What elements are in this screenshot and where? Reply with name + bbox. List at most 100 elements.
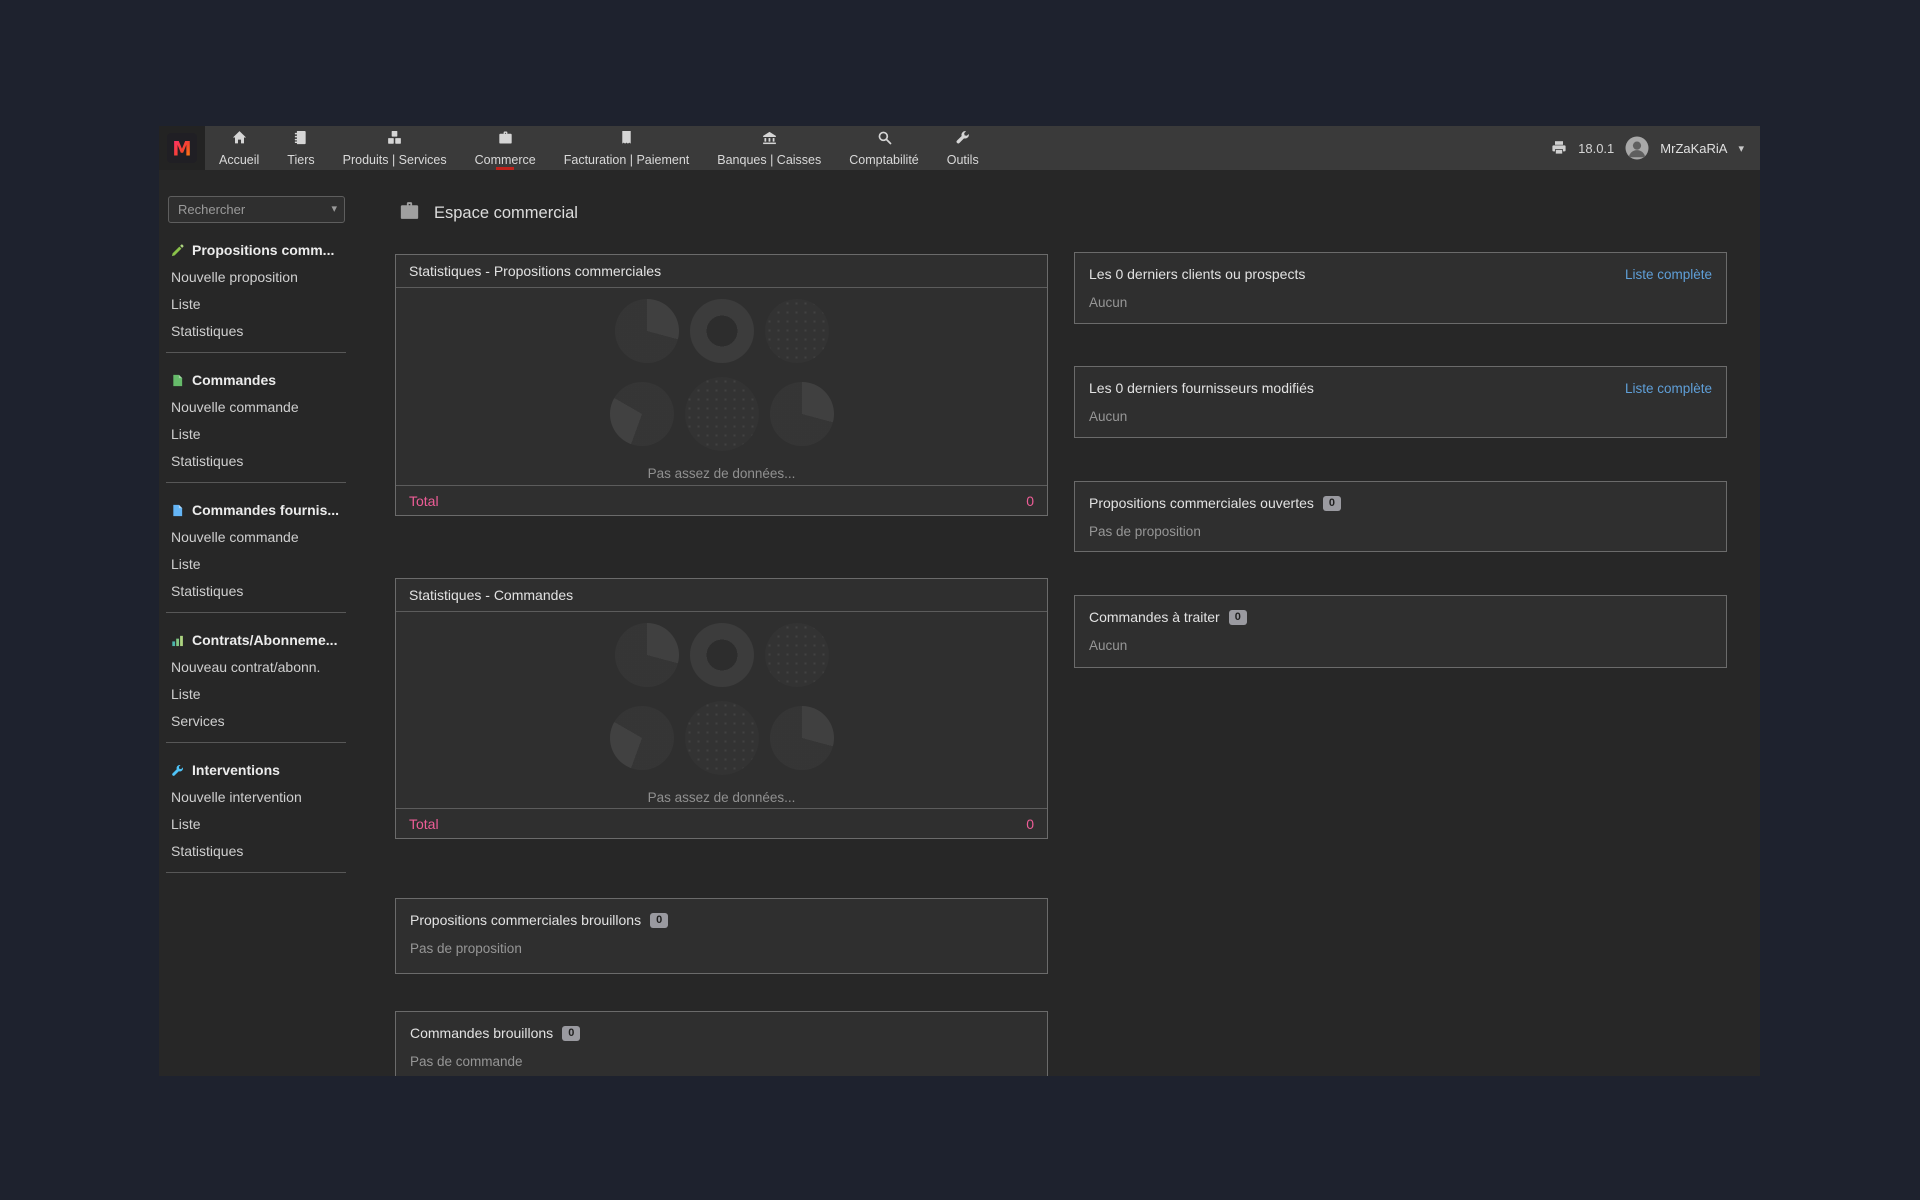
sidebar-heading-commandes-fournisseurs[interactable]: Commandes fournis... <box>171 502 346 518</box>
magnifier-icon <box>877 130 892 150</box>
version-label: 18.0.1 <box>1578 141 1614 156</box>
svg-text:M: M <box>172 138 191 161</box>
card-title: Statistiques - Propositions commerciales <box>409 263 661 279</box>
left-column: Statistiques - Propositions commerciales… <box>395 254 1048 1076</box>
chart-placeholder-circle <box>685 701 759 775</box>
nav-item-outils[interactable]: Outils <box>933 126 993 170</box>
sidebar-heading-label: Interventions <box>192 762 280 778</box>
app-logo[interactable]: M <box>159 126 205 170</box>
sidebar-item-liste-interventions[interactable]: Liste <box>171 816 346 832</box>
nav-item-comptabilite[interactable]: Comptabilité <box>835 126 932 170</box>
chart-placeholder-circle <box>615 299 679 363</box>
total-label: Total <box>409 816 439 832</box>
search-input[interactable] <box>168 196 345 223</box>
card-total-row: Total 0 <box>396 808 1047 838</box>
nav-item-label: Banques | Caisses <box>717 153 821 167</box>
sidebar-heading-commandes[interactable]: Commandes <box>171 372 346 388</box>
chart-placeholder-row <box>615 623 829 687</box>
chart-placeholder-circle <box>770 706 834 770</box>
sidebar-heading-label: Commandes <box>192 372 276 388</box>
nav-item-facturation[interactable]: Facturation | Paiement <box>550 126 704 170</box>
sidebar-item-nouveau-contrat[interactable]: Nouveau contrat/abonn. <box>171 659 346 675</box>
intervention-wrench-icon <box>171 764 184 777</box>
invoice-icon <box>619 130 634 150</box>
total-value: 0 <box>1026 493 1034 509</box>
card-header: Propositions commerciales ouvertes 0 <box>1075 482 1726 511</box>
sidebar-item-liste-commandes-fournisseurs[interactable]: Liste <box>171 556 346 572</box>
liste-complete-link[interactable]: Liste complète <box>1625 267 1712 282</box>
sidebar-item-services[interactable]: Services <box>171 713 346 729</box>
card-header: Propositions commerciales brouillons 0 <box>396 899 1047 928</box>
nav-item-produits-services[interactable]: Produits | Services <box>329 126 461 170</box>
right-column: Les 0 derniers clients ou prospects List… <box>1074 252 1727 668</box>
chart-placeholder-circle <box>685 377 759 451</box>
card-body-text: Pas de proposition <box>396 928 1047 970</box>
sidebar-item-nouvelle-intervention[interactable]: Nouvelle intervention <box>171 789 346 805</box>
sidebar-item-statistiques-propositions[interactable]: Statistiques <box>171 323 346 339</box>
chevron-down-icon[interactable]: ▾ <box>331 202 337 215</box>
user-icon <box>1625 136 1649 160</box>
sidebar-heading-propositions[interactable]: Propositions comm... <box>171 242 346 258</box>
nav-item-accueil[interactable]: Accueil <box>205 126 273 170</box>
sidebar-heading-contrats[interactable]: Contrats/Abonneme... <box>171 632 346 648</box>
card-title: Statistiques - Commandes <box>409 587 573 603</box>
card-body-text: Pas de commande <box>396 1041 1047 1076</box>
card-propositions-brouillons: Propositions commerciales brouillons 0 P… <box>395 898 1048 974</box>
nav-item-tiers[interactable]: Tiers <box>273 126 328 170</box>
sidebar-item-nouvelle-commande[interactable]: Nouvelle commande <box>171 399 346 415</box>
page-title-label: Espace commercial <box>434 204 578 223</box>
avatar[interactable] <box>1625 136 1649 160</box>
chart-placeholder-circle <box>690 623 754 687</box>
card-header: Statistiques - Commandes <box>396 579 1047 612</box>
sidebar-heading-interventions[interactable]: Interventions <box>171 762 346 778</box>
card-total-row: Total 0 <box>396 485 1047 515</box>
app-window: M Accueil Tiers Produits | Services <box>159 126 1760 1076</box>
sidebar-item-statistiques-commandes-fournisseurs[interactable]: Statistiques <box>171 583 346 599</box>
printer-icon[interactable] <box>1551 140 1567 156</box>
card-header: Les 0 derniers fournisseurs modifiés Lis… <box>1075 367 1726 396</box>
card-header: Les 0 derniers clients ou prospects List… <box>1075 253 1726 282</box>
card-body-text: Pas de proposition <box>1075 511 1726 553</box>
sidebar-item-nouvelle-commande-fournisseur[interactable]: Nouvelle commande <box>171 529 346 545</box>
sidebar-item-statistiques-commandes[interactable]: Statistiques <box>171 453 346 469</box>
sidebar-section-propositions: Propositions comm... Nouvelle propositio… <box>166 223 346 353</box>
nav-item-label: Facturation | Paiement <box>564 153 690 167</box>
liste-complete-link[interactable]: Liste complète <box>1625 381 1712 396</box>
main-content: Espace commercial Statistiques - Proposi… <box>357 170 1760 1076</box>
no-data-text: Pas assez de données... <box>648 466 796 481</box>
home-icon <box>232 130 247 150</box>
cubes-icon <box>387 130 402 150</box>
sidebar-item-liste-contrats[interactable]: Liste <box>171 686 346 702</box>
nav-item-label: Produits | Services <box>343 153 447 167</box>
sidebar-heading-label: Propositions comm... <box>192 242 334 258</box>
order-file-icon <box>171 374 184 387</box>
sidebar-item-liste-propositions[interactable]: Liste <box>171 296 346 312</box>
count-badge: 0 <box>1229 610 1247 625</box>
sidebar-item-liste-commandes[interactable]: Liste <box>171 426 346 442</box>
topbar: M Accueil Tiers Produits | Services <box>159 126 1760 170</box>
chart-placeholder-circle <box>610 382 674 446</box>
sidebar: ▾ Propositions comm... Nouvelle proposit… <box>159 170 357 1076</box>
nav-item-label: Comptabilité <box>849 153 918 167</box>
sidebar-section-interventions: Interventions Nouvelle intervention List… <box>166 743 346 873</box>
chart-placeholder: Pas assez de données... <box>396 288 1047 485</box>
nav-item-banques[interactable]: Banques | Caisses <box>703 126 835 170</box>
address-book-icon <box>293 130 308 150</box>
card-title: Commandes à traiter <box>1089 609 1220 625</box>
username[interactable]: MrZaKaRiA <box>1660 141 1727 156</box>
wrench-icon <box>955 130 970 150</box>
top-menu: Accueil Tiers Produits | Services Commer… <box>205 126 993 170</box>
card-header: Commandes à traiter 0 <box>1075 596 1726 625</box>
sidebar-item-nouvelle-proposition[interactable]: Nouvelle proposition <box>171 269 346 285</box>
briefcase-icon <box>498 130 513 150</box>
sidebar-heading-label: Commandes fournis... <box>192 502 339 518</box>
nav-item-label: Accueil <box>219 153 259 167</box>
chevron-down-icon[interactable]: ▾ <box>1738 142 1744 155</box>
sidebar-section-contrats: Contrats/Abonneme... Nouveau contrat/abo… <box>166 613 346 743</box>
nav-item-commerce[interactable]: Commerce <box>461 126 550 170</box>
sidebar-section-commandes-fournisseurs: Commandes fournis... Nouvelle commande L… <box>166 483 346 613</box>
card-title: Les 0 derniers fournisseurs modifiés <box>1089 380 1314 396</box>
contract-chart-icon <box>171 634 184 647</box>
card-derniers-clients: Les 0 derniers clients ou prospects List… <box>1074 252 1727 324</box>
sidebar-item-statistiques-interventions[interactable]: Statistiques <box>171 843 346 859</box>
